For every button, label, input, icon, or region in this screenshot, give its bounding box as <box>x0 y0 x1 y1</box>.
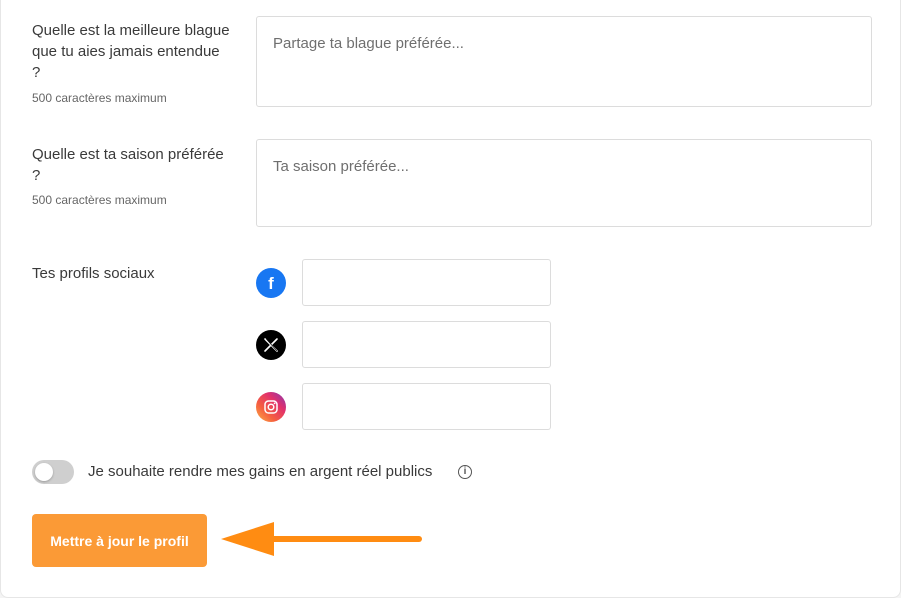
update-profile-button[interactable]: Mettre à jour le profil <box>32 514 207 567</box>
profile-form-card: Quelle est la meilleure blague que tu ai… <box>0 0 901 598</box>
joke-question-label: Quelle est la meilleure blague que tu ai… <box>32 22 230 81</box>
season-question-label: Quelle est ta saison préférée ? <box>32 146 224 184</box>
public-earnings-toggle[interactable] <box>32 460 74 484</box>
joke-textarea[interactable] <box>256 16 872 107</box>
joke-char-limit-hint: 500 caractères maximum <box>32 91 167 105</box>
facebook-icon: f <box>256 268 286 298</box>
info-icon[interactable]: i <box>458 465 472 479</box>
instagram-icon <box>256 392 286 422</box>
season-textarea[interactable] <box>256 139 872 227</box>
social-profiles-label: Tes profils sociaux <box>32 265 155 282</box>
annotation-arrow-icon <box>221 522 422 556</box>
instagram-profile-input[interactable] <box>302 383 551 430</box>
facebook-profile-input[interactable] <box>302 259 551 306</box>
season-char-limit-hint: 500 caractères maximum <box>32 193 167 207</box>
svg-text:f: f <box>268 274 274 293</box>
x-icon <box>256 330 286 360</box>
public-earnings-label: Je souhaite rendre mes gains en argent r… <box>88 463 433 480</box>
x-profile-input[interactable] <box>302 321 551 368</box>
toggle-knob <box>35 463 53 481</box>
